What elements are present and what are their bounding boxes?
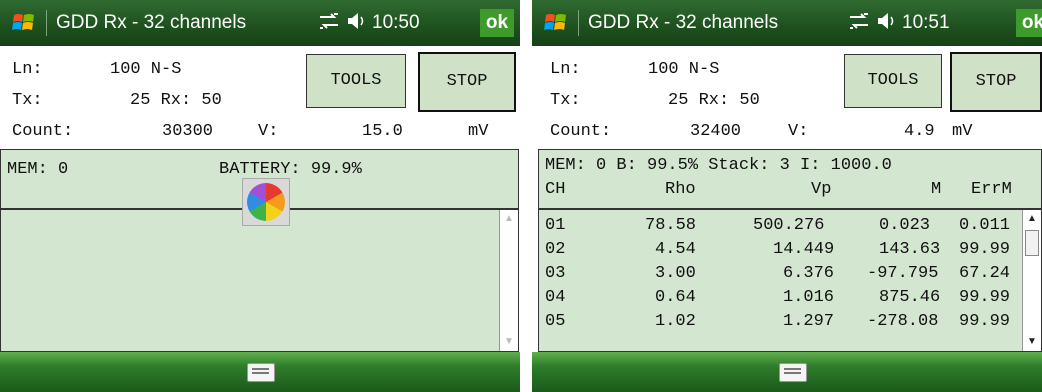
- table-header: CH Rho Vp M ErrM: [539, 180, 1041, 202]
- table-row[interactable]: 04 0.64 1.016 875.46 99.99: [539, 288, 1023, 312]
- v-value: 15.0: [362, 122, 403, 141]
- v-value: 4.9: [904, 122, 935, 141]
- cell-errm: 67.24: [959, 264, 1011, 283]
- cell-m: -97.795: [867, 264, 939, 283]
- count-label: Count:: [12, 122, 74, 141]
- status-line: MEM: 0 B: 99.5% Stack: 3 I: 1000.0: [545, 156, 892, 175]
- connectivity-icon[interactable]: [318, 11, 340, 31]
- table-row[interactable]: 02 4.54 14.449 143.63 99.99: [539, 240, 1023, 264]
- data-table[interactable]: 01 78.58 500.276 0.023 0.011 02 4.54 14.…: [538, 209, 1042, 352]
- column-header: M: [931, 180, 942, 199]
- cell-ch: 02: [545, 240, 566, 259]
- count-value: 32400: [690, 122, 742, 141]
- status-icons: 10:50: [318, 11, 420, 34]
- cell-ch: 05: [545, 312, 566, 331]
- tools-button[interactable]: TOOLS: [844, 54, 942, 108]
- status-panel: MEM: 0 B: 99.5% Stack: 3 I: 1000.0 CH Rh…: [538, 149, 1042, 209]
- title-separator: [578, 10, 579, 36]
- keyboard-icon[interactable]: [779, 363, 807, 382]
- clock[interactable]: 10:51: [902, 12, 950, 33]
- ln-value: 100 N-S: [110, 60, 182, 79]
- table-row[interactable]: 01 78.58 500.276 0.023 0.011: [539, 216, 1023, 240]
- count-value: 30300: [162, 122, 214, 141]
- ln-label: Ln:: [550, 60, 581, 79]
- menu-bar: [0, 352, 520, 392]
- cell-vp: 14.449: [773, 240, 835, 259]
- stop-button[interactable]: STOP: [950, 52, 1042, 112]
- app-title: GDD Rx - 32 channels: [56, 12, 247, 33]
- title-separator: [46, 10, 47, 36]
- battery-text: BATTERY: 99.9%: [219, 160, 362, 179]
- cell-errm: 99.99: [959, 288, 1011, 307]
- clock[interactable]: 10:50: [372, 12, 420, 33]
- v-unit: mV: [952, 122, 973, 141]
- column-header: Rho: [665, 180, 696, 199]
- cell-rho: 3.00: [655, 264, 696, 283]
- scroll-up-arrow-icon[interactable]: ▲: [1023, 210, 1041, 228]
- title-bar: GDD Rx - 32 channels 10:51 ok: [532, 0, 1042, 46]
- cell-vp: 6.376: [783, 264, 835, 283]
- cell-ch: 04: [545, 288, 566, 307]
- tools-button[interactable]: TOOLS: [306, 54, 406, 108]
- volume-icon[interactable]: [346, 11, 368, 31]
- cell-m: -278.08: [867, 312, 939, 331]
- windows-start-icon[interactable]: [544, 11, 568, 35]
- status-icons: 10:51: [848, 11, 950, 34]
- cell-vp: 1.016: [783, 288, 835, 307]
- cell-vp: 1.297: [783, 312, 835, 331]
- v-label: V:: [258, 122, 279, 141]
- column-header: CH: [545, 180, 566, 199]
- scroll-thumb[interactable]: [1025, 230, 1039, 256]
- cell-ch: 01: [545, 216, 566, 235]
- cell-errm: 99.99: [959, 312, 1011, 331]
- tx-label: Tx:: [12, 91, 43, 110]
- cell-m: 0.023: [879, 216, 931, 235]
- left-screen: GDD Rx - 32 channels 10:50 ok Ln: 100 N-…: [0, 0, 520, 392]
- volume-icon[interactable]: [876, 11, 898, 31]
- v-unit: mV: [468, 122, 489, 141]
- cell-errm: 0.011: [959, 216, 1011, 235]
- ok-button[interactable]: ok: [480, 9, 514, 37]
- vertical-scrollbar[interactable]: ▲ ▼: [499, 210, 518, 351]
- cell-rho: 0.64: [655, 288, 696, 307]
- stop-button[interactable]: STOP: [418, 52, 516, 112]
- app-title: GDD Rx - 32 channels: [588, 12, 779, 33]
- cell-m: 143.63: [879, 240, 941, 259]
- ln-value: 100 N-S: [648, 60, 720, 79]
- title-bar: GDD Rx - 32 channels 10:50 ok: [0, 0, 520, 46]
- cell-m: 875.46: [879, 288, 941, 307]
- cell-vp: 500.276: [753, 216, 825, 235]
- table-row[interactable]: 03 3.00 6.376 -97.795 67.24: [539, 264, 1023, 288]
- scroll-down-arrow-icon[interactable]: ▼: [1023, 333, 1041, 351]
- table-row[interactable]: 05 1.02 1.297 -278.08 99.99: [539, 312, 1023, 336]
- column-header: Vp: [811, 180, 832, 199]
- data-list[interactable]: ▲ ▼: [0, 209, 519, 352]
- tx-label: Tx:: [550, 91, 581, 110]
- tx-rx-value: 25 Rx: 50: [668, 91, 760, 110]
- right-screen: GDD Rx - 32 channels 10:51 ok Ln: 100 N-…: [532, 0, 1042, 392]
- cell-rho: 1.02: [655, 312, 696, 331]
- tx-rx-value: 25 Rx: 50: [130, 91, 222, 110]
- busy-wheel-icon: [242, 178, 290, 226]
- scroll-down-arrow-icon[interactable]: ▼: [500, 333, 518, 351]
- menu-bar: [532, 352, 1042, 392]
- vertical-scrollbar[interactable]: ▲ ▼: [1022, 210, 1041, 351]
- v-label: V:: [788, 122, 809, 141]
- ok-button[interactable]: ok: [1016, 9, 1042, 37]
- cell-errm: 99.99: [959, 240, 1011, 259]
- windows-start-icon[interactable]: [12, 11, 36, 35]
- count-label: Count:: [550, 122, 612, 141]
- connectivity-icon[interactable]: [848, 11, 870, 31]
- scroll-up-arrow-icon[interactable]: ▲: [500, 210, 518, 228]
- mem-text: MEM: 0: [7, 160, 69, 179]
- column-header: ErrM: [971, 180, 1012, 199]
- ln-label: Ln:: [12, 60, 43, 79]
- cell-ch: 03: [545, 264, 566, 283]
- keyboard-icon[interactable]: [247, 363, 275, 382]
- cell-rho: 78.58: [645, 216, 697, 235]
- cell-rho: 4.54: [655, 240, 696, 259]
